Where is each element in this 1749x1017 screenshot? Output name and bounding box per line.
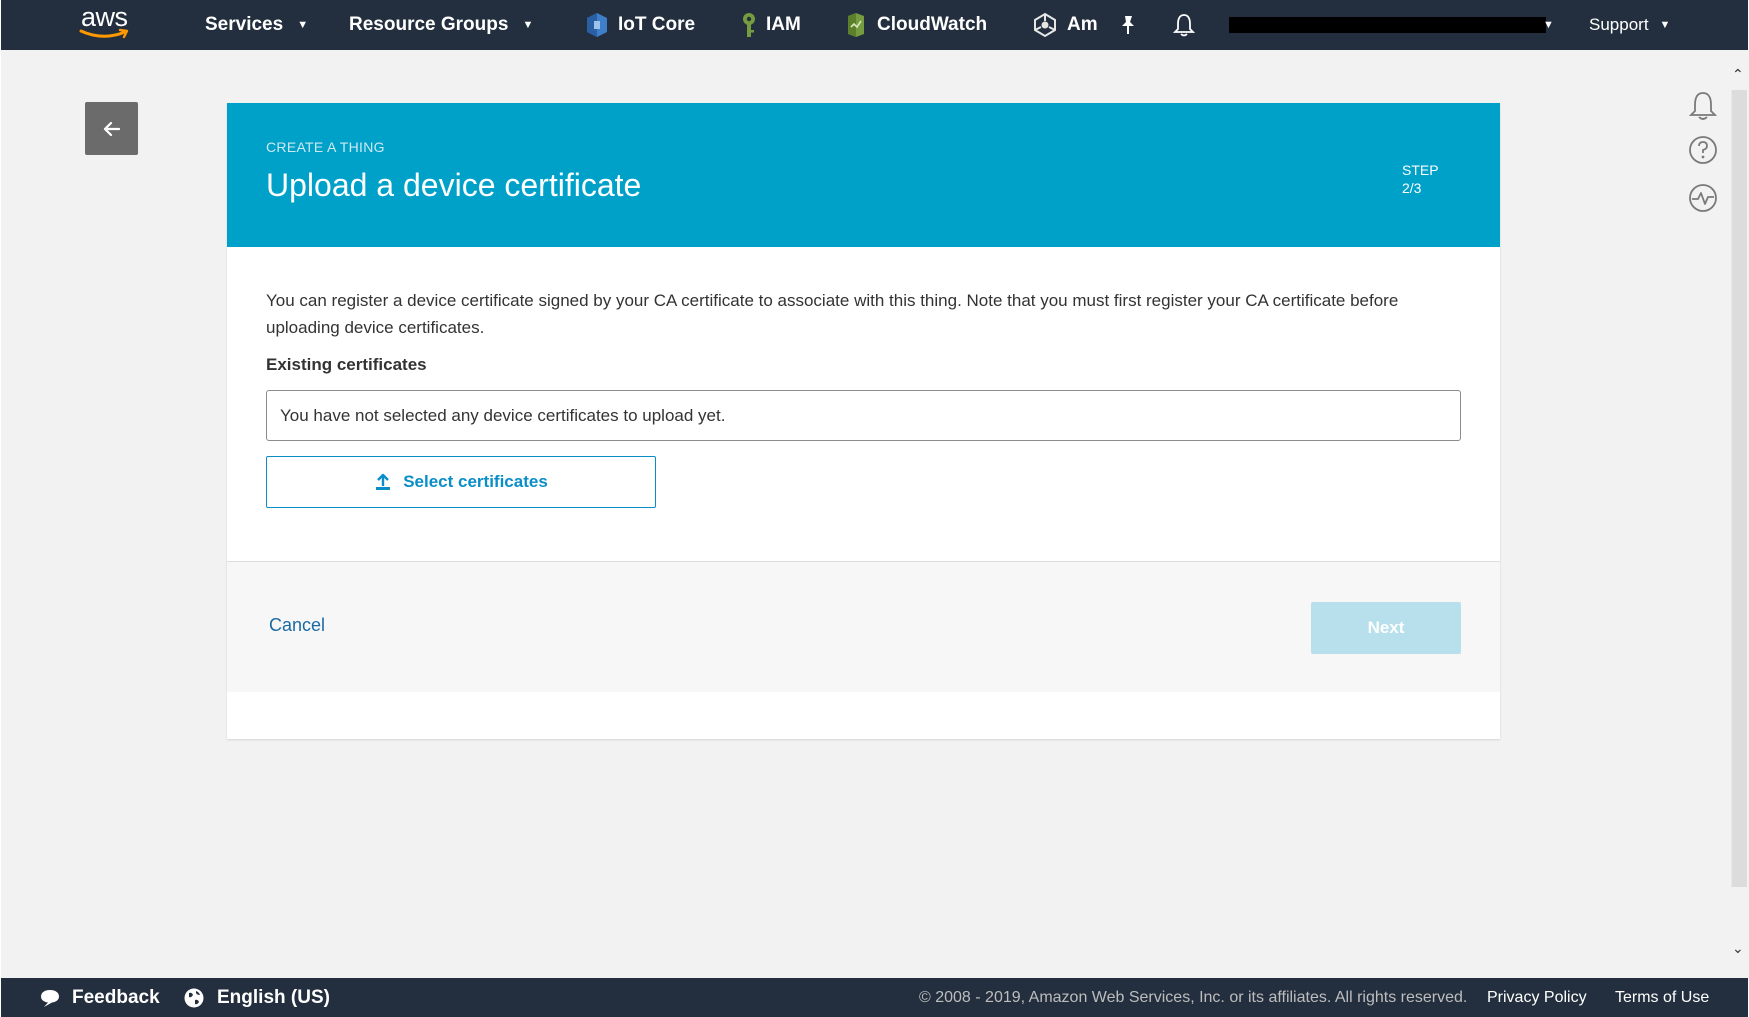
resource-groups-menu[interactable]: Resource Groups ▼ — [349, 0, 533, 50]
arrow-left-icon — [103, 121, 120, 136]
wizard-body: You can register a device certificate si… — [227, 247, 1500, 561]
page-title: Upload a device certificate — [266, 167, 642, 203]
language-selector[interactable]: English (US) — [183, 978, 330, 1017]
chevron-down-icon: ▼ — [1543, 19, 1554, 31]
privacy-policy-link[interactable]: Privacy Policy — [1487, 978, 1587, 1017]
terms-of-use-link[interactable]: Terms of Use — [1615, 978, 1709, 1017]
notifications-panel-button[interactable] — [1688, 90, 1718, 127]
select-certificates-button[interactable]: Select certificates — [266, 456, 656, 508]
shortcut-label: IAM — [766, 14, 801, 35]
chevron-down-icon: ▼ — [1659, 19, 1671, 31]
console-footer: Feedback English (US) © 2008 - 2019, Ama… — [1, 978, 1748, 1017]
services-menu[interactable]: Services ▼ — [205, 0, 308, 50]
pushpin-icon — [1122, 16, 1134, 34]
cancel-button[interactable]: Cancel — [269, 615, 325, 636]
back-button[interactable] — [85, 102, 138, 155]
shortcut-iam[interactable]: IAM — [741, 0, 801, 50]
globe-icon — [184, 988, 204, 1007]
upload-icon — [376, 473, 391, 490]
bell-icon — [1173, 14, 1195, 37]
shortcut-label: Am — [1067, 14, 1098, 35]
language-label: English (US) — [217, 986, 330, 1008]
activity-icon — [1689, 184, 1717, 212]
cloudwatch-icon — [848, 13, 864, 37]
health-button[interactable] — [1688, 183, 1718, 218]
speech-bubble-icon — [41, 989, 59, 1007]
scrollbar-thumb[interactable] — [1731, 90, 1747, 887]
support-menu-label: Support — [1589, 15, 1649, 34]
wizard-header: CREATE A THING Upload a device certifica… — [227, 103, 1500, 247]
support-menu[interactable]: Support ▼ — [1589, 0, 1670, 50]
vertical-scrollbar[interactable]: ⌃ ⌄ — [1730, 50, 1749, 978]
next-button[interactable]: Next — [1311, 602, 1461, 654]
wizard-footer: Cancel Next — [227, 561, 1500, 692]
shortcut-am[interactable]: Am — [1032, 0, 1098, 50]
services-menu-label: Services — [205, 14, 284, 35]
scroll-up-icon[interactable]: ⌃ — [1732, 66, 1744, 83]
pin-button[interactable] — [1119, 0, 1137, 50]
top-navigation-bar: aws Services ▼ Resource Groups ▼ IoT Cor… — [1, 0, 1748, 50]
step-indicator: STEP 2/3 — [1402, 161, 1439, 197]
feedback-button[interactable]: Feedback — [39, 978, 160, 1017]
existing-certificates-placeholder: You have not selected any device certifi… — [280, 405, 726, 425]
shortcut-cloudwatch[interactable]: CloudWatch — [844, 0, 987, 50]
copyright-text: © 2008 - 2019, Amazon Web Services, Inc.… — [919, 988, 1468, 1006]
chevron-down-icon: ▼ — [522, 19, 534, 31]
account-menu-redacted[interactable] — [1229, 17, 1546, 33]
help-button[interactable] — [1688, 135, 1718, 170]
wizard-eyebrow: CREATE A THING — [266, 139, 385, 155]
existing-certificates-list: You have not selected any device certifi… — [266, 390, 1461, 441]
step-label: STEP — [1402, 162, 1439, 178]
wizard-description: You can register a device certificate si… — [266, 291, 1399, 337]
shortcut-iot-core[interactable]: IoT Core — [585, 0, 695, 50]
bell-outline-icon — [1688, 92, 1718, 120]
notifications-button[interactable] — [1173, 0, 1195, 50]
select-certificates-label: Select certificates — [403, 472, 548, 491]
am-service-icon — [1034, 12, 1056, 38]
resource-groups-menu-label: Resource Groups — [349, 14, 509, 35]
feedback-label: Feedback — [72, 986, 160, 1008]
existing-certificates-label: Existing certificates — [266, 355, 427, 374]
scroll-down-icon[interactable]: ⌄ — [1732, 940, 1744, 957]
iot-core-icon — [587, 13, 607, 37]
aws-logo[interactable]: aws — [79, 2, 139, 46]
shortcut-label: CloudWatch — [877, 14, 988, 35]
help-circle-icon — [1689, 136, 1717, 164]
create-thing-wizard-card: CREATE A THING Upload a device certifica… — [227, 103, 1500, 739]
chevron-down-icon: ▼ — [297, 19, 309, 31]
main-content: CREATE A THING Upload a device certifica… — [1, 50, 1730, 978]
aws-smile-icon — [79, 28, 129, 39]
iam-key-icon — [743, 13, 755, 37]
step-value: 2/3 — [1402, 180, 1422, 196]
shortcut-label: IoT Core — [618, 14, 696, 35]
